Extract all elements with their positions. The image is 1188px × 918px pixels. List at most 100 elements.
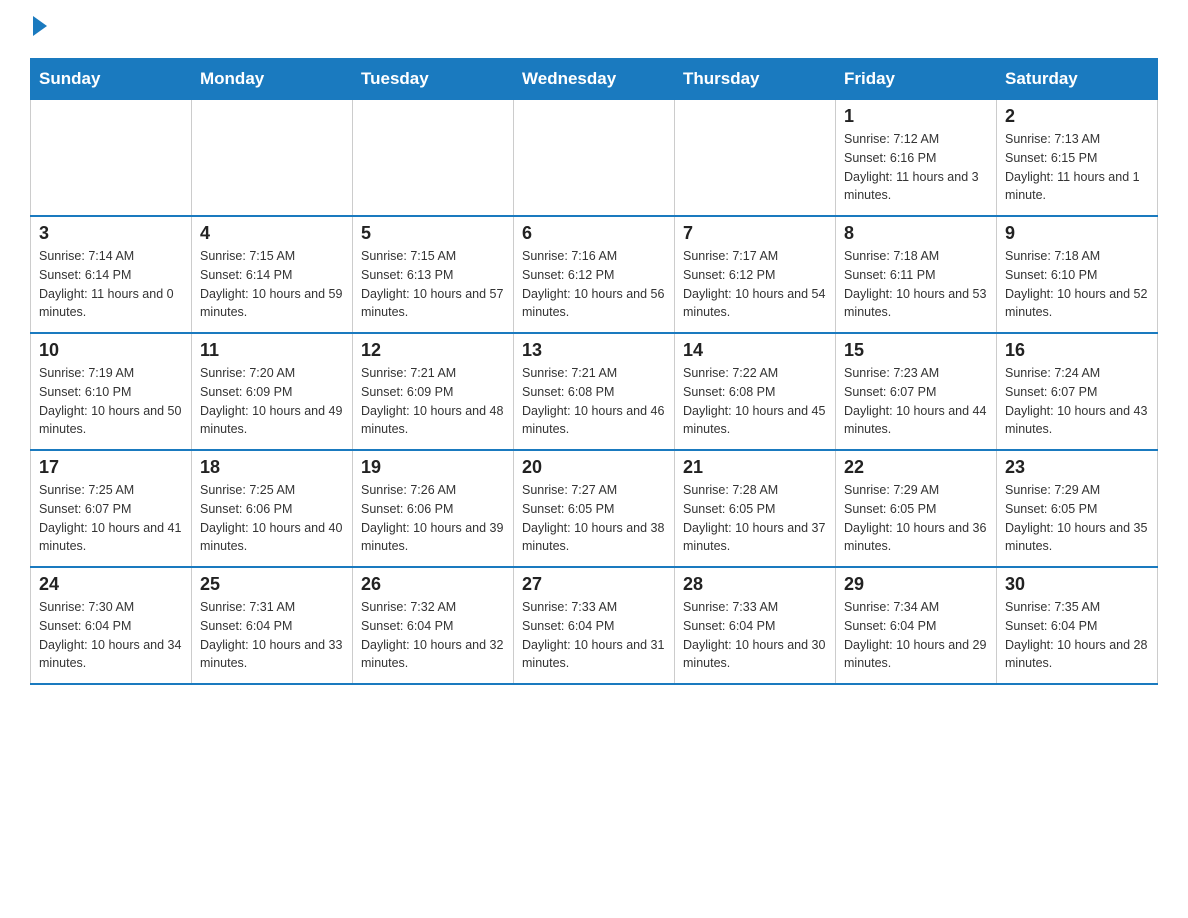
day-number: 15	[844, 340, 988, 361]
weekday-header-tuesday: Tuesday	[353, 59, 514, 100]
day-cell: 15Sunrise: 7:23 AMSunset: 6:07 PMDayligh…	[836, 333, 997, 450]
day-cell	[353, 100, 514, 217]
day-number: 20	[522, 457, 666, 478]
day-cell: 25Sunrise: 7:31 AMSunset: 6:04 PMDayligh…	[192, 567, 353, 684]
day-cell	[192, 100, 353, 217]
day-info: Sunrise: 7:35 AMSunset: 6:04 PMDaylight:…	[1005, 598, 1149, 673]
day-info: Sunrise: 7:33 AMSunset: 6:04 PMDaylight:…	[683, 598, 827, 673]
week-row-4: 17 Sunrise: 7:25 AMSunset: 6:07 PMDayligh…	[31, 450, 1158, 567]
day-number: 6	[522, 223, 666, 244]
weekday-header-sunday: Sunday	[31, 59, 192, 100]
day-cell: 23Sunrise: 7:29 AMSunset: 6:05 PMDayligh…	[997, 450, 1158, 567]
day-number: 4	[200, 223, 344, 244]
day-info: Sunrise: 7:21 AMSunset: 6:08 PMDaylight:…	[522, 364, 666, 439]
day-info: Sunrise: 7:25 AMSunset: 6:06 PMDaylight:…	[200, 481, 344, 556]
day-cell: 30 Sunrise: 7:35 AMSunset: 6:04 PMDayligh…	[997, 567, 1158, 684]
day-cell: 6 Sunrise: 7:16 AMSunset: 6:12 PMDaylight…	[514, 216, 675, 333]
day-cell	[675, 100, 836, 217]
day-info: Sunrise: 7:34 AMSunset: 6:04 PMDaylight:…	[844, 598, 988, 673]
day-cell: 16 Sunrise: 7:24 AMSunset: 6:07 PMDayligh…	[997, 333, 1158, 450]
day-cell: 13 Sunrise: 7:21 AMSunset: 6:08 PMDayligh…	[514, 333, 675, 450]
day-cell: 21 Sunrise: 7:28 AMSunset: 6:05 PMDayligh…	[675, 450, 836, 567]
weekday-header-thursday: Thursday	[675, 59, 836, 100]
day-number: 2	[1005, 106, 1149, 127]
week-row-3: 10 Sunrise: 7:19 AMSunset: 6:10 PMDayligh…	[31, 333, 1158, 450]
day-number: 16	[1005, 340, 1149, 361]
day-info: Sunrise: 7:32 AMSunset: 6:04 PMDaylight:…	[361, 598, 505, 673]
day-number: 12	[361, 340, 505, 361]
day-number: 17	[39, 457, 183, 478]
day-cell: 10 Sunrise: 7:19 AMSunset: 6:10 PMDayligh…	[31, 333, 192, 450]
day-info: Sunrise: 7:24 AMSunset: 6:07 PMDaylight:…	[1005, 364, 1149, 439]
day-info: Sunrise: 7:14 AMSunset: 6:14 PMDaylight:…	[39, 247, 183, 322]
day-number: 13	[522, 340, 666, 361]
day-info: Sunrise: 7:19 AMSunset: 6:10 PMDaylight:…	[39, 364, 183, 439]
day-number: 7	[683, 223, 827, 244]
day-cell: 22 Sunrise: 7:29 AMSunset: 6:05 PMDayligh…	[836, 450, 997, 567]
day-cell: 14 Sunrise: 7:22 AMSunset: 6:08 PMDayligh…	[675, 333, 836, 450]
weekday-header-friday: Friday	[836, 59, 997, 100]
day-info: Sunrise: 7:29 AMSunset: 6:05 PMDaylight:…	[1005, 481, 1149, 556]
day-cell: 7 Sunrise: 7:17 AMSunset: 6:12 PMDaylight…	[675, 216, 836, 333]
day-number: 29	[844, 574, 988, 595]
logo-triangle-icon	[33, 16, 47, 36]
day-info: Sunrise: 7:17 AMSunset: 6:12 PMDaylight:…	[683, 247, 827, 322]
weekday-header-row: SundayMondayTuesdayWednesdayThursdayFrid…	[31, 59, 1158, 100]
day-number: 25	[200, 574, 344, 595]
day-number: 18	[200, 457, 344, 478]
day-number: 11	[200, 340, 344, 361]
day-info: Sunrise: 7:18 AMSunset: 6:11 PMDaylight:…	[844, 247, 988, 322]
day-cell: 11 Sunrise: 7:20 AMSunset: 6:09 PMDayligh…	[192, 333, 353, 450]
logo	[30, 20, 47, 40]
day-cell: 20 Sunrise: 7:27 AMSunset: 6:05 PMDayligh…	[514, 450, 675, 567]
day-info: Sunrise: 7:12 AMSunset: 6:16 PMDaylight:…	[844, 130, 988, 205]
day-cell: 5Sunrise: 7:15 AMSunset: 6:13 PMDaylight…	[353, 216, 514, 333]
week-row-5: 24Sunrise: 7:30 AMSunset: 6:04 PMDayligh…	[31, 567, 1158, 684]
day-cell: 29 Sunrise: 7:34 AMSunset: 6:04 PMDayligh…	[836, 567, 997, 684]
day-info: Sunrise: 7:22 AMSunset: 6:08 PMDaylight:…	[683, 364, 827, 439]
day-info: Sunrise: 7:26 AMSunset: 6:06 PMDaylight:…	[361, 481, 505, 556]
day-cell	[31, 100, 192, 217]
day-cell: 12Sunrise: 7:21 AMSunset: 6:09 PMDayligh…	[353, 333, 514, 450]
day-number: 26	[361, 574, 505, 595]
day-cell: 28 Sunrise: 7:33 AMSunset: 6:04 PMDayligh…	[675, 567, 836, 684]
day-number: 9	[1005, 223, 1149, 244]
day-info: Sunrise: 7:33 AMSunset: 6:04 PMDaylight:…	[522, 598, 666, 673]
day-cell: 27 Sunrise: 7:33 AMSunset: 6:04 PMDayligh…	[514, 567, 675, 684]
day-number: 19	[361, 457, 505, 478]
day-info: Sunrise: 7:18 AMSunset: 6:10 PMDaylight:…	[1005, 247, 1149, 322]
day-info: Sunrise: 7:20 AMSunset: 6:09 PMDaylight:…	[200, 364, 344, 439]
day-number: 3	[39, 223, 183, 244]
day-number: 10	[39, 340, 183, 361]
day-cell: 9 Sunrise: 7:18 AMSunset: 6:10 PMDaylight…	[997, 216, 1158, 333]
day-info: Sunrise: 7:27 AMSunset: 6:05 PMDaylight:…	[522, 481, 666, 556]
day-cell: 4 Sunrise: 7:15 AMSunset: 6:14 PMDaylight…	[192, 216, 353, 333]
day-info: Sunrise: 7:16 AMSunset: 6:12 PMDaylight:…	[522, 247, 666, 322]
weekday-header-monday: Monday	[192, 59, 353, 100]
day-number: 30	[1005, 574, 1149, 595]
day-info: Sunrise: 7:29 AMSunset: 6:05 PMDaylight:…	[844, 481, 988, 556]
day-number: 8	[844, 223, 988, 244]
day-info: Sunrise: 7:15 AMSunset: 6:14 PMDaylight:…	[200, 247, 344, 322]
day-number: 28	[683, 574, 827, 595]
weekday-header-wednesday: Wednesday	[514, 59, 675, 100]
day-cell: 18 Sunrise: 7:25 AMSunset: 6:06 PMDayligh…	[192, 450, 353, 567]
day-cell: 1Sunrise: 7:12 AMSunset: 6:16 PMDaylight…	[836, 100, 997, 217]
week-row-1: 1Sunrise: 7:12 AMSunset: 6:16 PMDaylight…	[31, 100, 1158, 217]
day-cell: 17 Sunrise: 7:25 AMSunset: 6:07 PMDayligh…	[31, 450, 192, 567]
day-number: 14	[683, 340, 827, 361]
page-header	[30, 20, 1158, 40]
day-number: 21	[683, 457, 827, 478]
day-cell	[514, 100, 675, 217]
week-row-2: 3 Sunrise: 7:14 AMSunset: 6:14 PMDaylight…	[31, 216, 1158, 333]
day-number: 27	[522, 574, 666, 595]
day-info: Sunrise: 7:13 AMSunset: 6:15 PMDaylight:…	[1005, 130, 1149, 205]
day-cell: 19 Sunrise: 7:26 AMSunset: 6:06 PMDayligh…	[353, 450, 514, 567]
day-cell: 2 Sunrise: 7:13 AMSunset: 6:15 PMDaylight…	[997, 100, 1158, 217]
day-info: Sunrise: 7:28 AMSunset: 6:05 PMDaylight:…	[683, 481, 827, 556]
day-cell: 26 Sunrise: 7:32 AMSunset: 6:04 PMDayligh…	[353, 567, 514, 684]
day-number: 24	[39, 574, 183, 595]
day-info: Sunrise: 7:25 AMSunset: 6:07 PMDaylight:…	[39, 481, 183, 556]
day-info: Sunrise: 7:15 AMSunset: 6:13 PMDaylight:…	[361, 247, 505, 322]
day-number: 22	[844, 457, 988, 478]
